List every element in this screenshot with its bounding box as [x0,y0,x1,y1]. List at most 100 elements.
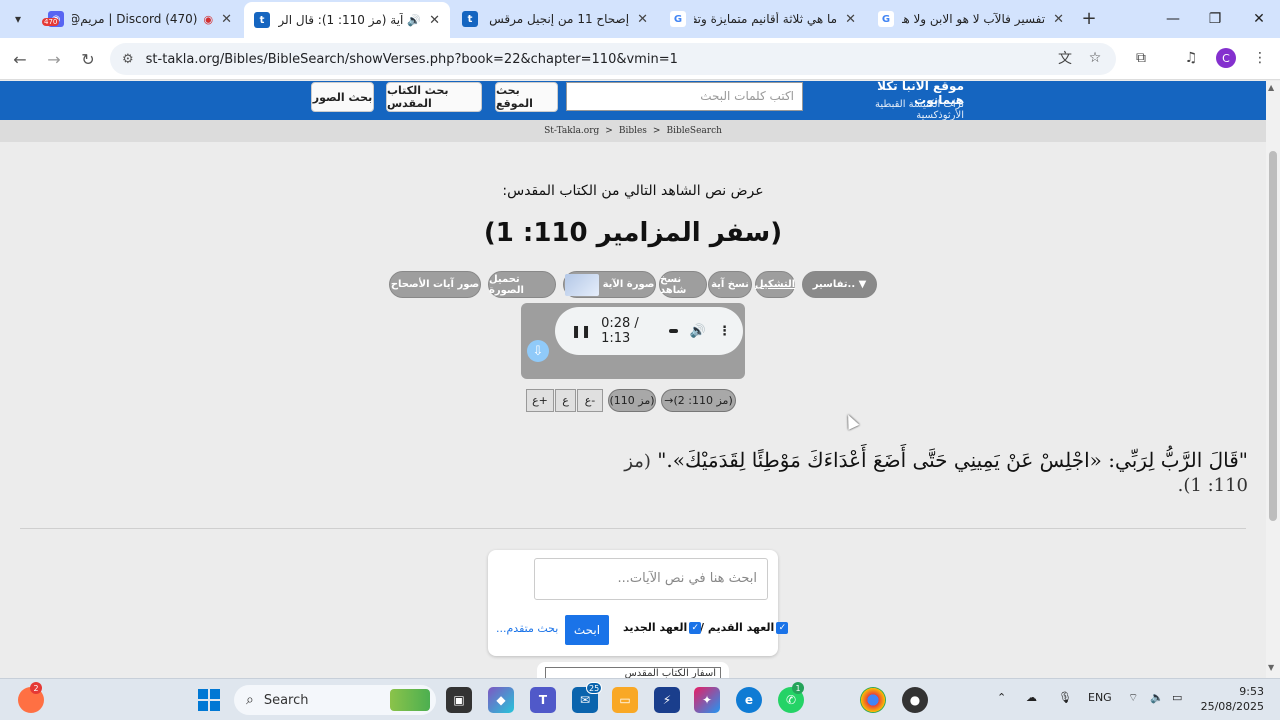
tab-title: آية (مز 110: 1): قال الرب لر [278,13,404,27]
task-manager-icon[interactable]: ⚡ [654,687,680,713]
old-testament-option[interactable]: ✓ العهد القديم / [700,621,789,634]
search-icon: ⌕ [246,692,254,708]
verse-search-input[interactable]: ابحث هنا في نص الآيات... [534,558,768,600]
tab-search-button[interactable]: ▾ [6,7,30,31]
breadcrumb-separator: > [652,126,661,136]
chapter-button[interactable]: (مز 110) [608,389,656,412]
site-info-icon[interactable]: ⚙ [122,52,134,67]
tab-strip: ▾ ◉ 470 (470) Discord | مريم@ ◉ ✕ t آية … [0,0,1280,38]
close-window-button[interactable]: ✕ [1246,6,1272,32]
progress-track[interactable] [668,329,678,333]
chrome-icon[interactable] [860,687,886,713]
close-icon[interactable]: ✕ [637,12,648,27]
language-indicator[interactable]: ENG [1088,691,1112,704]
advanced-search-link[interactable]: بحث متقدم... [496,622,558,635]
close-icon[interactable]: ✕ [221,12,232,27]
audio-player[interactable]: ❚❚ 0:28 / 1:13 🔊 ⋮ [555,307,743,355]
more-options-icon[interactable]: ⋮ [718,324,731,339]
tab-mark-11[interactable]: t إصحاح 11 من إنجيل مرقس | ال ✕ [452,4,658,34]
verse-image-label: صورة الآية [602,279,655,290]
chapter-images-button[interactable]: صور آيات الأصحاح [389,271,481,298]
page-scrollbar[interactable]: ▲ ▼ [1266,81,1280,678]
page-content: موقع الأنبا تكلا هيمانوت تراث الكنيسة ال… [0,81,1266,678]
new-tab-button[interactable]: + [1078,7,1100,29]
download-image-button[interactable]: تحميل الصورة [488,271,556,298]
book-select[interactable]: أسفار الكتاب المقدس [545,667,721,678]
site-subtitle: تراث الكنيسة القبطية الأرثوذكسية [875,99,964,121]
download-audio-icon[interactable]: ⇩ [527,340,549,362]
tab-verse[interactable]: t آية (مز 110: 1): قال الرب لر 🔊 ✕ [244,2,450,38]
close-icon[interactable]: ✕ [1053,12,1064,27]
verse-image-button[interactable]: صورة الآية [563,271,656,298]
tab-discord[interactable]: ◉ 470 (470) Discord | مريم@ ◉ ✕ [38,4,242,34]
font-increase-button[interactable]: ع+ [526,389,554,412]
obs-icon[interactable]: ● [902,687,928,713]
pause-icon[interactable]: ❚❚ [571,324,591,338]
taskbar-search[interactable]: ⌕ Search [234,685,436,715]
restore-button[interactable]: ❐ [1202,6,1228,32]
clock-date: 25/08/2025 [1200,700,1264,713]
tafasir-dropdown[interactable]: تفاسير.. ▼ [802,271,877,298]
battery-icon[interactable]: ▭ [1172,691,1182,704]
scroll-up-icon[interactable]: ▲ [1268,83,1274,92]
menu-icon[interactable]: ⋮ [1249,47,1271,69]
verse-text: "قَالَ الرَّبُّ لِرَبِّي: «اجْلِسْ عَنْ … [600,448,1248,496]
site-search-input[interactable]: اكتب كلمات البحث [566,82,803,111]
media-control-icon[interactable]: ♫ [1180,47,1202,69]
tab-google-trinity[interactable]: G ما هي ثلاثة أقانيم متمايزة وتف ✕ [660,4,866,34]
next-verse-button[interactable]: →(مز 110: 2) [661,389,736,412]
mouse-cursor [842,412,860,430]
checkbox-checked-icon[interactable]: ✓ [776,621,789,634]
tab-google-tafsir[interactable]: G تفسير فالآب لا هو الابن ولا هو ✕ [868,4,1074,34]
new-testament-option[interactable]: ✓ العهد الجديد [623,621,702,634]
volume-tray-icon[interactable]: 🔈 [1150,691,1164,704]
clock[interactable]: 9:53 25/08/2025 [1196,684,1264,714]
translate-icon[interactable]: 文 [1054,47,1076,69]
start-icon[interactable] [196,687,222,713]
forward-button[interactable]: → [42,47,66,71]
teams-icon[interactable]: T [530,687,556,713]
breadcrumb-biblesearch[interactable]: BibleSearch [666,126,721,136]
st-takla-icon: t [462,11,478,27]
font-normal-button[interactable]: ع [555,389,576,412]
extensions-icon[interactable]: ⧉ [1130,47,1152,69]
tab-title: (470) Discord | مريم@ [72,12,198,26]
tab-title: تفسير فالآب لا هو الابن ولا هو [902,12,1046,26]
book-select-container: أسفار الكتاب المقدس [537,662,729,678]
whatsapp-badge: 1 [792,682,804,694]
close-icon[interactable]: ✕ [845,12,856,27]
copy-reference-button[interactable]: نسخ شاهد [659,271,707,298]
profile-avatar[interactable]: C [1216,48,1236,68]
show-hidden-icons[interactable]: ⌃ [997,691,1006,704]
back-button[interactable]: ← [8,47,32,71]
bible-search-button[interactable]: بحث الكتاب المقدس [386,82,482,112]
microsoft-365-icon[interactable]: ✦ [694,687,720,713]
verse-thumbnail [564,273,599,296]
bookmark-star-icon[interactable]: ☆ [1084,47,1106,69]
reload-button[interactable]: ↻ [76,47,100,71]
volume-icon[interactable]: 🔊 [690,324,706,339]
verse-search-button[interactable]: ابحث [565,615,609,645]
copy-verse-button[interactable]: نسخ آية [708,271,752,298]
microphone-icon[interactable]: 🎙 [1058,691,1072,704]
tashkeel-button[interactable]: التشكيل [755,271,795,298]
breadcrumb-home[interactable]: St-Takla.org [544,126,599,136]
image-search-button[interactable]: بحث الصور [311,82,374,112]
close-icon[interactable]: ✕ [429,13,440,28]
font-decrease-button[interactable]: ع- [577,389,603,412]
site-search-button[interactable]: بحث الموقع [495,82,558,112]
task-view-icon[interactable]: ▣ [446,687,472,713]
address-bar[interactable]: ⚙ st-takla.org/Bibles/BibleSearch/showVe… [110,43,1116,75]
edge-icon[interactable]: e [736,687,762,713]
speaker-icon[interactable]: 🔊 [407,14,421,27]
wifi-icon[interactable]: ⌔ [1128,691,1138,705]
checkbox-checked-icon[interactable]: ✓ [689,621,702,634]
file-explorer-icon[interactable]: ▭ [612,687,638,713]
breadcrumb-bibles[interactable]: Bibles [619,126,647,136]
copilot-icon[interactable]: ◆ [488,687,514,713]
minimize-button[interactable]: — [1160,6,1186,32]
search-label: Search [263,692,309,708]
scrollbar-thumb[interactable] [1269,151,1277,521]
onedrive-icon[interactable]: ☁ [1026,691,1037,704]
scroll-down-icon[interactable]: ▼ [1268,663,1274,672]
